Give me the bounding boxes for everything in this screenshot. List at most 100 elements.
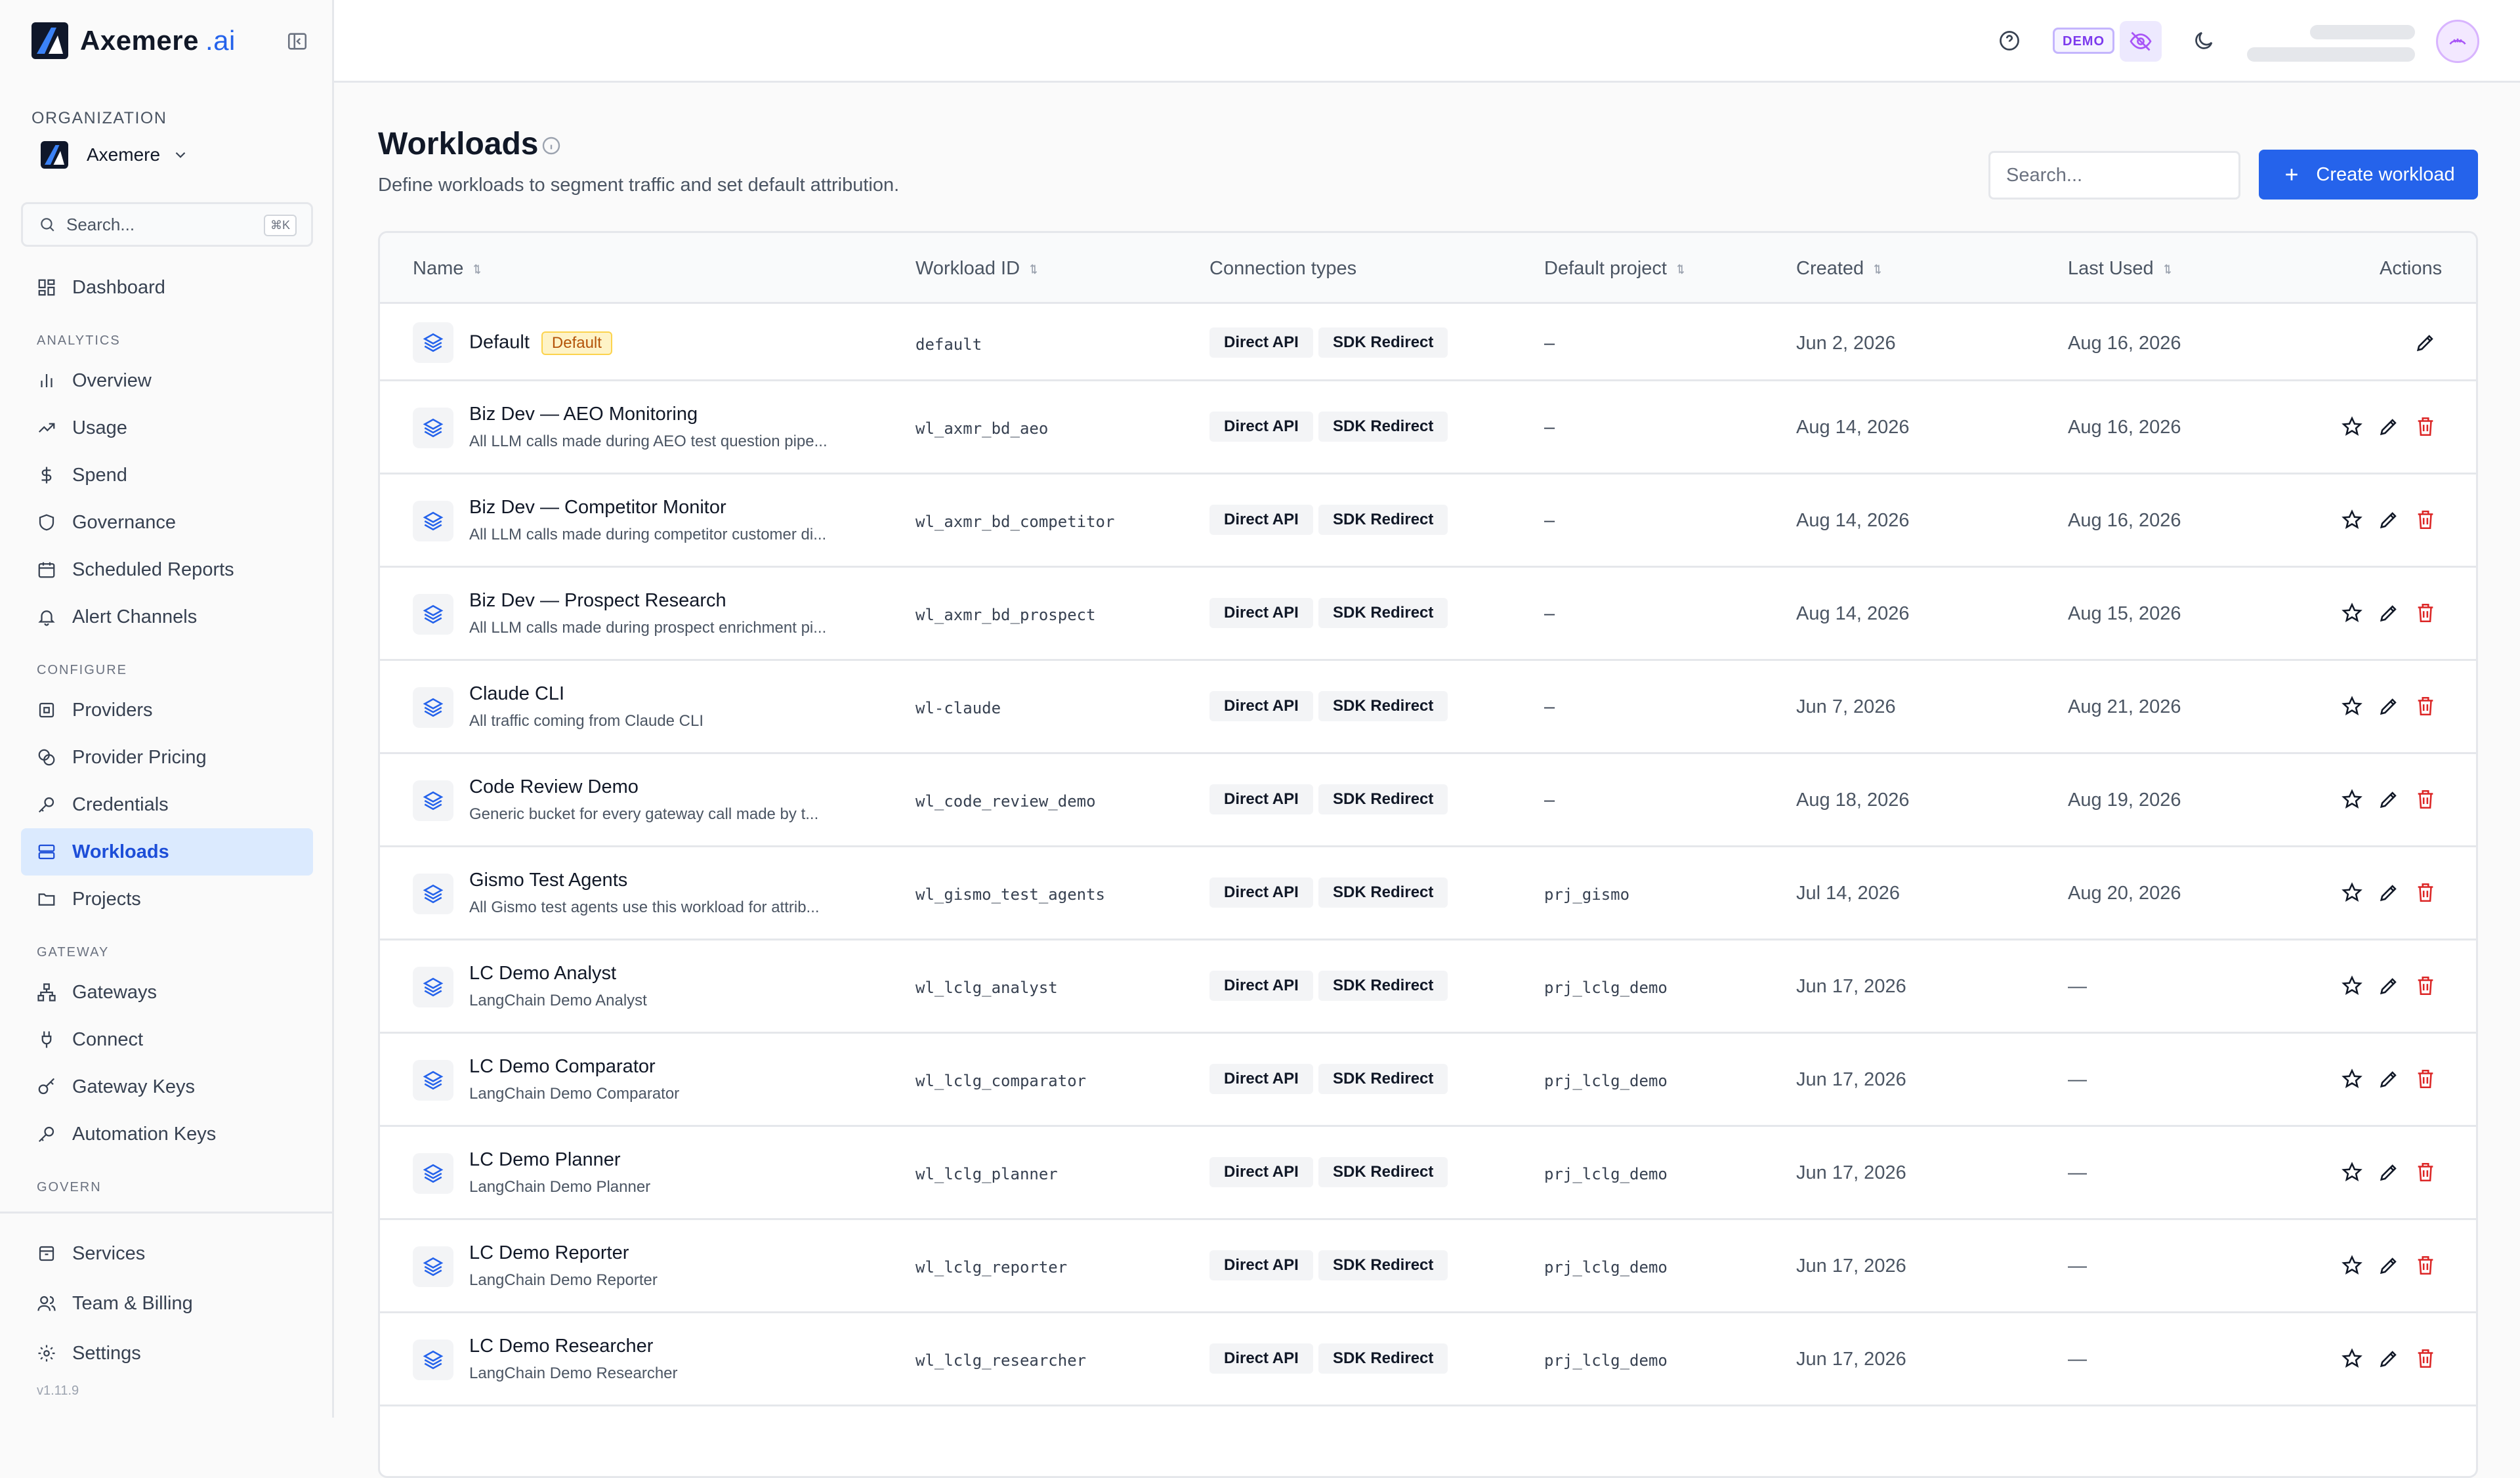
trash-icon[interactable] [2414,1254,2437,1277]
table-row[interactable]: Gismo Test Agents All Gismo test agents … [380,847,2476,940]
trash-icon[interactable] [2414,1068,2437,1090]
table-row[interactable]: Default Default default Direct API SDK Re… [380,304,2476,381]
help-icon[interactable] [1998,29,2021,53]
star-icon[interactable] [2341,1161,2363,1183]
sidebar-item-gateways[interactable]: Gateways [21,969,313,1016]
sidebar-item-governance[interactable]: Governance [21,499,313,546]
trash-icon[interactable] [2414,975,2437,997]
workload-name[interactable]: Code Review Demo [469,776,639,798]
workload-name[interactable]: Claude CLI [469,683,564,705]
edit-icon[interactable] [2414,331,2437,354]
sidebar-search[interactable]: Search... ⌘K [21,202,313,247]
trash-icon[interactable] [2414,1347,2437,1370]
workload-name[interactable]: LC Demo Comparator [469,1056,656,1078]
workload-id: wl_axmr_bd_competitor [915,513,1115,531]
axemere-logo-icon [32,22,68,59]
edit-icon[interactable] [2378,881,2400,904]
star-icon[interactable] [2341,975,2363,997]
column-header-name[interactable]: Name [413,258,484,280]
edit-icon[interactable] [2378,1068,2400,1090]
star-icon[interactable] [2341,1068,2363,1090]
column-header-created[interactable]: Created [1796,258,1885,280]
sidebar-item-spend[interactable]: Spend [21,452,313,499]
workload-name[interactable]: LC Demo Researcher [469,1336,653,1357]
moon-icon[interactable] [2192,29,2216,53]
workload-search-input[interactable] [1988,151,2240,200]
table-row[interactable]: LC Demo Comparator LangChain Demo Compar… [380,1034,2476,1127]
trash-icon[interactable] [2414,695,2437,717]
trash-icon[interactable] [2414,788,2437,811]
table-row[interactable]: LC Demo Analyst LangChain Demo Analyst w… [380,940,2476,1034]
workload-name[interactable]: LC Demo Reporter [469,1242,629,1264]
sidebar-item-credentials[interactable]: Credentials [21,781,313,828]
workload-name[interactable]: Biz Dev — AEO Monitoring [469,404,698,425]
table-row[interactable]: Biz Dev — Competitor Monitor All LLM cal… [380,475,2476,568]
trash-icon[interactable] [2414,602,2437,624]
table-row[interactable]: Biz Dev — Prospect Research All LLM call… [380,568,2476,661]
info-icon[interactable] [541,135,562,156]
table-row[interactable]: Biz Dev — AEO Monitoring All LLM calls m… [380,381,2476,475]
sidebar-item-overview[interactable]: Overview [21,357,313,404]
table-row[interactable]: LC Demo Reporter LangChain Demo Reporter… [380,1220,2476,1313]
workload-name[interactable]: Default Default [469,331,612,355]
sidebar-item-providers[interactable]: Providers [21,686,313,734]
star-icon[interactable] [2341,881,2363,904]
sidebar-item-connect[interactable]: Connect [21,1016,313,1063]
demo-badge[interactable]: DEMO [2053,28,2114,54]
workload-id: wl_code_review_demo [915,792,1096,811]
workload-name[interactable]: LC Demo Planner [469,1149,621,1171]
edit-icon[interactable] [2378,788,2400,811]
trash-icon[interactable] [2414,881,2437,904]
sidebar-item-settings[interactable]: Settings [21,1330,313,1377]
column-header-default-project[interactable]: Default project [1544,258,1688,280]
sidebar-item-alert-channels[interactable]: Alert Channels [21,593,313,641]
user-avatar[interactable] [2436,20,2479,63]
workload-name[interactable]: Biz Dev — Prospect Research [469,590,726,612]
trash-icon[interactable] [2414,415,2437,438]
sidebar-item-workloads[interactable]: Workloads [21,828,313,876]
column-header-last-used[interactable]: Last Used [2068,258,2175,280]
section-configure: CONFIGURE [37,663,127,677]
star-icon[interactable] [2341,695,2363,717]
brand-logo[interactable]: Axemere .ai [32,22,236,59]
sidebar-item-team-billing[interactable]: Team & Billing [21,1280,313,1327]
org-switcher[interactable]: Axemere [41,139,189,171]
edit-icon[interactable] [2378,1254,2400,1277]
table-row[interactable]: LC Demo Planner LangChain Demo Planner w… [380,1127,2476,1220]
workload-name[interactable]: Biz Dev — Competitor Monitor [469,497,726,518]
sidebar-item-usage[interactable]: Usage [21,404,313,452]
column-header-workload-id[interactable]: Workload ID [915,258,1041,280]
sidebar-item-provider-pricing[interactable]: Provider Pricing [21,734,313,781]
trash-icon[interactable] [2414,509,2437,531]
hide-values-button[interactable] [2120,21,2162,62]
sidebar-item-scheduled-reports[interactable]: Scheduled Reports [21,546,313,593]
table-row[interactable]: Code Review Demo Generic bucket for ever… [380,754,2476,847]
edit-icon[interactable] [2378,509,2400,531]
default-project: – [1544,417,1555,438]
edit-icon[interactable] [2378,1347,2400,1370]
sidebar-item-gateway-keys[interactable]: Gateway Keys [21,1063,313,1110]
star-icon[interactable] [2341,415,2363,438]
workload-description: LangChain Demo Researcher [469,1364,678,1382]
star-icon[interactable] [2341,1254,2363,1277]
edit-icon[interactable] [2378,975,2400,997]
star-icon[interactable] [2341,788,2363,811]
sidebar-item-projects[interactable]: Projects [21,876,313,923]
edit-icon[interactable] [2378,602,2400,624]
edit-icon[interactable] [2378,695,2400,717]
sidebar-item-dashboard[interactable]: Dashboard [21,264,313,311]
workload-name[interactable]: LC Demo Analyst [469,963,616,984]
table-row[interactable]: LC Demo Researcher LangChain Demo Resear… [380,1313,2476,1406]
star-icon[interactable] [2341,1347,2363,1370]
edit-icon[interactable] [2378,1161,2400,1183]
table-row[interactable]: Claude CLI All traffic coming from Claud… [380,661,2476,754]
sidebar-item-services[interactable]: Services [21,1230,313,1277]
star-icon[interactable] [2341,509,2363,531]
star-icon[interactable] [2341,602,2363,624]
trash-icon[interactable] [2414,1161,2437,1183]
sidebar-item-automation-keys[interactable]: Automation Keys [21,1110,313,1158]
collapse-sidebar-icon[interactable] [286,30,308,53]
workload-name[interactable]: Gismo Test Agents [469,870,627,891]
create-workload-button[interactable]: Create workload [2259,150,2478,200]
edit-icon[interactable] [2378,415,2400,438]
